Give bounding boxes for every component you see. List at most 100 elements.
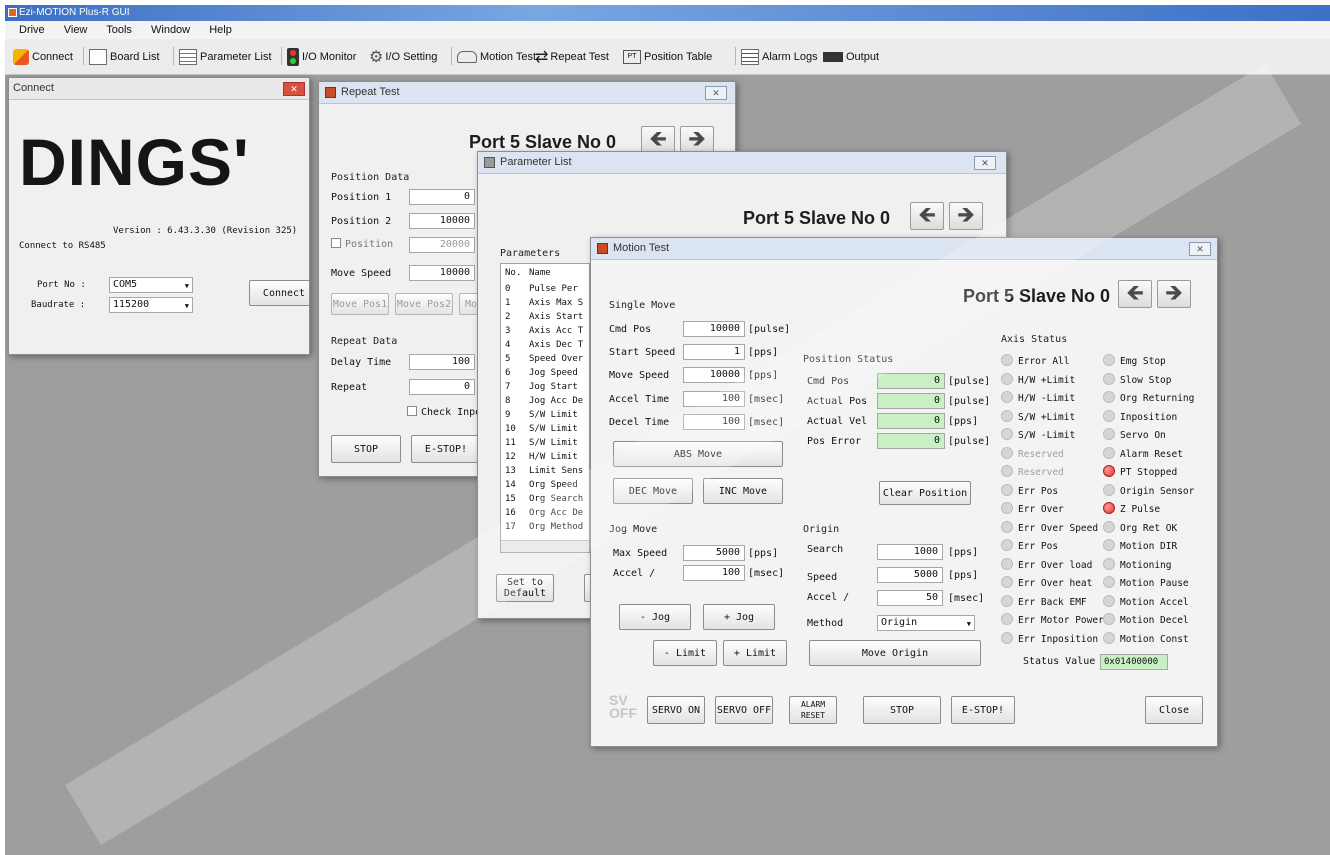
motion-stop-button[interactable]: STOP [863,696,941,724]
menu-window[interactable]: Window [151,24,190,36]
parameter-row[interactable]: 5 Speed Over [501,354,589,368]
move-speed-input[interactable]: 10000 [683,367,745,383]
parameter-row[interactable]: 3 Axis Acc T [501,326,589,340]
axis-status-item: Alarm Reset [1103,446,1213,466]
parameter-row[interactable]: 14 Org Speed [501,480,589,494]
set-to-default-button[interactable]: Set to Default [496,574,554,602]
toolbar-io-setting[interactable]: ⚙ I/O Setting [369,47,437,67]
pos3-checkbox[interactable] [331,238,341,248]
repeat-estop-button[interactable]: E-STOP! [411,435,481,463]
menu-view[interactable]: View [64,24,88,36]
repeat-stop-button[interactable]: STOP [331,435,401,463]
parameter-row[interactable]: 2 Axis Start [501,312,589,326]
toolbar-board-list[interactable]: Board List [89,47,160,67]
pos2-input[interactable]: 10000 [409,213,475,229]
menu-tools[interactable]: Tools [106,24,132,36]
origin-accel-input[interactable]: 50 [877,590,943,606]
motion-title: Motion Test [613,242,670,254]
parameter-row[interactable]: 17 Org Method [501,522,589,536]
connect-close-button[interactable]: ✕ [283,82,305,96]
menu-drive[interactable]: Drive [19,24,45,36]
motion-next-arrow-icon[interactable]: 🡺 [1157,280,1191,308]
limit-minus-button[interactable]: - Limit [653,640,717,666]
jog-accel-input[interactable]: 100 [683,565,745,581]
pos3-input[interactable]: 20000 [409,237,475,253]
parameter-row[interactable]: 8 Jog Acc De [501,396,589,410]
status-led-icon [1001,372,1013,385]
axis-status-item: Err Over load [1001,557,1111,577]
parameter-row[interactable]: 4 Axis Dec T [501,340,589,354]
cmd-pos-input[interactable]: 10000 [683,321,745,337]
alarm-logs-icon [741,49,759,65]
motion-close-button[interactable]: Close [1145,696,1203,724]
origin-method-select[interactable]: Origin [877,615,975,631]
check-inpos[interactable]: Check Inpos [407,406,487,418]
parameter-row[interactable]: 10 S/W Limit [501,424,589,438]
limit-plus-button[interactable]: + Limit [723,640,787,666]
parameter-row[interactable]: 12 H/W Limit [501,452,589,466]
inc-move-button[interactable]: INC Move [703,478,783,504]
toolbar-output[interactable]: Output [823,47,879,67]
toolbar-repeat-test[interactable]: ⇄ Repeat Test [535,47,609,67]
start-speed-input[interactable]: 1 [683,344,745,360]
clear-position-button[interactable]: Clear Position [879,481,971,505]
motion-estop-button[interactable]: E-STOP! [951,696,1015,724]
origin-speed-input[interactable]: 5000 [877,567,943,583]
repeat-prev-arrow-icon[interactable]: 🡸 [641,126,675,154]
repeat-next-arrow-icon[interactable]: 🡺 [680,126,714,154]
axis-status-item: Err Inposition [1001,631,1111,651]
parameter-row[interactable]: 6 Jog Speed [501,368,589,382]
pos2-label: Position 2 [331,216,392,227]
parameter-row[interactable]: 0 Pulse Per [501,284,589,298]
menu-help[interactable]: Help [209,24,232,36]
toolbar-alarm-logs[interactable]: Alarm Logs [741,47,818,67]
jog-plus-button[interactable]: + Jog [703,604,775,630]
servo-on-button[interactable]: SERVO ON [647,696,705,724]
ps-cmd-pos-value: 0 [877,373,945,389]
param-next-arrow-icon[interactable]: 🡺 [949,202,983,230]
pos1-input[interactable]: 0 [409,189,475,205]
toolbar-position-table[interactable]: PT Position Table [623,47,712,67]
origin-search-input[interactable]: 1000 [877,544,943,560]
port-select[interactable]: COM5 [109,277,193,293]
delay-time-input[interactable]: 100 [409,354,475,370]
toolbar-connect[interactable]: Connect [13,47,73,67]
toolbar-io-monitor[interactable]: I/O Monitor [287,47,356,67]
parameter-rows: 0 Pulse Per 1 Axis Max S 2 Axis Start 3 Axis Ac… [501,284,589,536]
toolbar-motion-test[interactable]: Motion Test [457,47,536,67]
param-hscrollbar[interactable] [501,540,589,552]
parameter-row[interactable]: 13 Limit Sens [501,466,589,480]
move-origin-button[interactable]: Move Origin [809,640,981,666]
status-label: Inposition [1120,411,1178,423]
toolbar-parameter-list[interactable]: Parameter List [179,47,272,67]
baudrate-select[interactable]: 115200 [109,297,193,313]
repeat-close-button[interactable]: ✕ [705,86,727,100]
parameter-row[interactable]: 7 Jog Start [501,382,589,396]
param-prev-arrow-icon[interactable]: 🡸 [910,202,944,230]
parameter-row[interactable]: 1 Axis Max S [501,298,589,312]
parameter-row[interactable]: 11 S/W Limit [501,438,589,452]
parameter-row[interactable]: 15 Org Search [501,494,589,508]
move-pos1-button[interactable]: Move Pos1 [331,293,389,315]
connect-button[interactable]: Connect [249,280,309,306]
repeat-input[interactable]: 0 [409,379,475,395]
jog-minus-button[interactable]: - Jog [619,604,691,630]
parameter-row[interactable]: 16 Org Acc De [501,508,589,522]
accel-time-input[interactable]: 100 [683,391,745,407]
decel-time-input[interactable]: 100 [683,414,745,430]
col-name-header: Name [529,268,551,278]
jog-accel-label: Accel / [613,568,656,579]
parameter-row[interactable]: 9 S/W Limit [501,410,589,424]
jog-speed-input[interactable]: 5000 [683,545,745,561]
alarm-reset-button[interactable]: ALARM RESET [789,696,837,724]
abs-move-button[interactable]: ABS Move [613,441,783,467]
param-close-button[interactable]: ✕ [974,156,996,170]
move-speed-input[interactable]: 10000 [409,265,475,281]
motion-close-x-button[interactable]: ✕ [1189,242,1211,256]
dec-move-button[interactable]: DEC Move [613,478,693,504]
status-led-icon [1103,372,1115,385]
motion-prev-arrow-icon[interactable]: 🡸 [1118,280,1152,308]
servo-off-button[interactable]: SERVO OFF [715,696,773,724]
move-pos2-button[interactable]: Move Pos2 [395,293,453,315]
status-label: S/W +Limit [1018,411,1076,423]
